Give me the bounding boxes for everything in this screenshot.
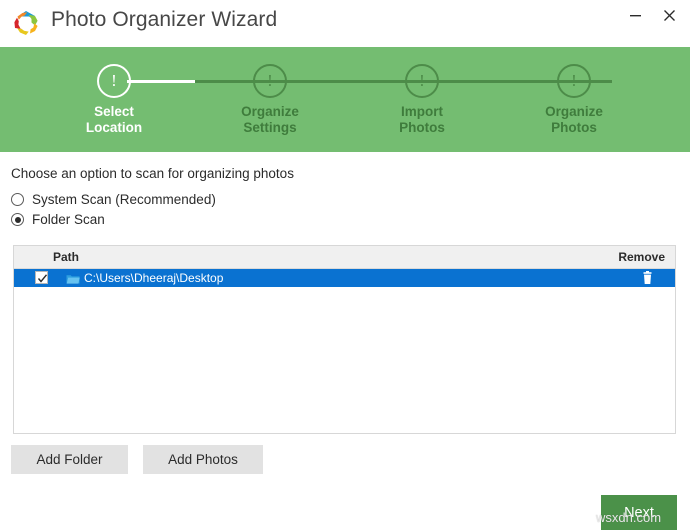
step-select-location[interactable]: ! Select Location bbox=[39, 47, 189, 136]
exclamation-icon: ! bbox=[405, 64, 439, 98]
step-organize-settings[interactable]: ! Organize Settings bbox=[195, 47, 345, 136]
folder-icon bbox=[66, 272, 80, 290]
step-label-line1: Organize bbox=[195, 104, 345, 120]
column-header-path: Path bbox=[53, 250, 79, 264]
page-title: Photo Organizer Wizard bbox=[51, 8, 277, 32]
step-label-line1: Select bbox=[39, 104, 189, 120]
scan-option-prompt: Choose an option to scan for organizing … bbox=[11, 166, 294, 181]
hexagon-spiral-logo-icon bbox=[11, 8, 41, 38]
add-folder-button[interactable]: Add Folder bbox=[11, 445, 128, 474]
wizard-stepper: ! Select Location ! Organize Settings ! … bbox=[0, 47, 690, 152]
radio-icon bbox=[11, 193, 24, 206]
radio-folder-scan[interactable]: Folder Scan bbox=[11, 212, 105, 227]
exclamation-icon: ! bbox=[557, 64, 591, 98]
step-label-line2: Photos bbox=[499, 120, 649, 136]
step-label-line2: Photos bbox=[347, 120, 497, 136]
radio-icon-selected bbox=[11, 213, 24, 226]
row-checkbox[interactable] bbox=[35, 271, 48, 284]
radio-system-scan-label: System Scan (Recommended) bbox=[32, 192, 216, 207]
step-label-line1: Import bbox=[347, 104, 497, 120]
row-path-text: C:\Users\Dheeraj\Desktop bbox=[84, 271, 223, 285]
table-row[interactable]: C:\Users\Dheeraj\Desktop bbox=[14, 269, 675, 287]
step-label-line2: Location bbox=[39, 120, 189, 136]
title-bar: Photo Organizer Wizard bbox=[0, 0, 690, 47]
step-label-line2: Settings bbox=[195, 120, 345, 136]
trash-icon[interactable] bbox=[641, 271, 654, 290]
column-header-remove: Remove bbox=[618, 250, 665, 264]
minimize-icon bbox=[629, 9, 642, 22]
step-label-line1: Organize bbox=[499, 104, 649, 120]
minimize-button[interactable] bbox=[618, 0, 652, 30]
path-table: Path Remove C:\Users\Dheeraj\Desktop bbox=[13, 245, 676, 434]
exclamation-icon: ! bbox=[253, 64, 287, 98]
close-button[interactable] bbox=[652, 0, 686, 30]
next-button[interactable]: Next bbox=[601, 495, 677, 530]
step-import-photos[interactable]: ! Import Photos bbox=[347, 47, 497, 136]
exclamation-icon: ! bbox=[97, 64, 131, 98]
radio-system-scan[interactable]: System Scan (Recommended) bbox=[11, 192, 216, 207]
step-organize-photos[interactable]: ! Organize Photos bbox=[499, 47, 649, 136]
table-header: Path Remove bbox=[14, 246, 675, 269]
close-icon bbox=[663, 9, 676, 22]
radio-folder-scan-label: Folder Scan bbox=[32, 212, 105, 227]
add-photos-button[interactable]: Add Photos bbox=[143, 445, 263, 474]
